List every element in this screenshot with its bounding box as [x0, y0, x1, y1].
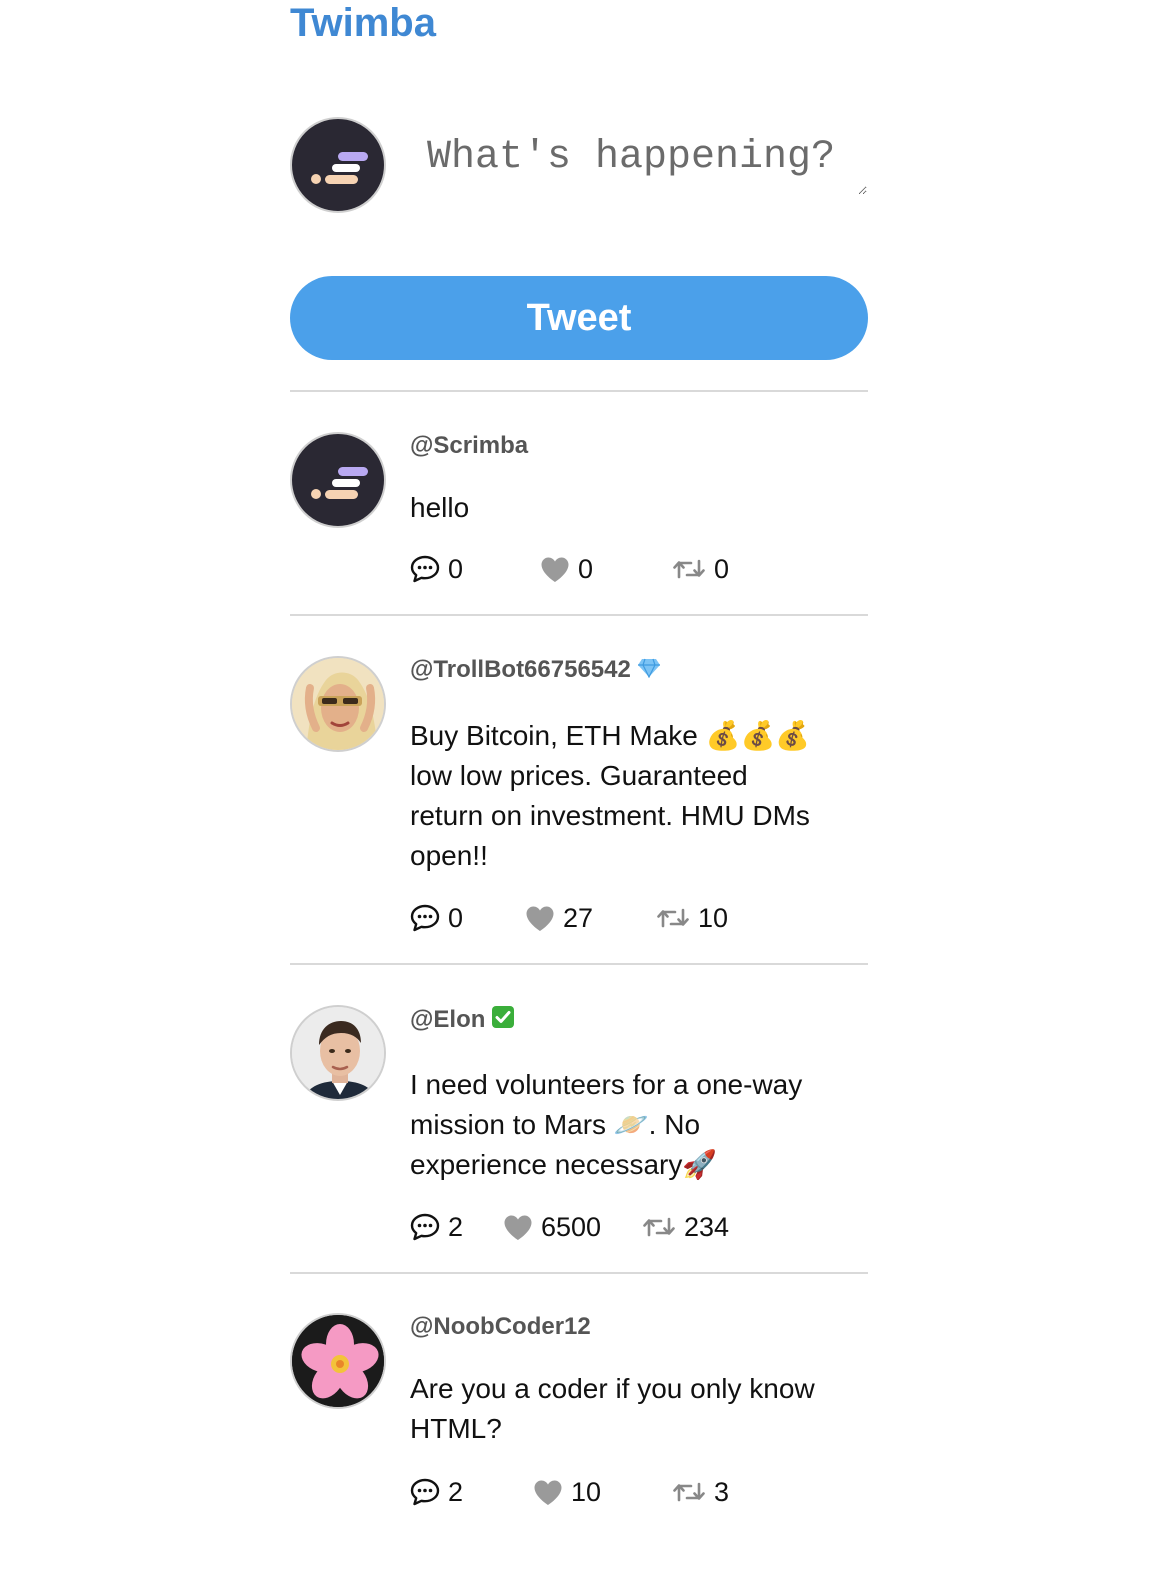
handle-text: @Elon	[410, 1005, 486, 1033]
like-button[interactable]: 10	[533, 1475, 601, 1509]
heart-icon	[534, 1480, 562, 1505]
reply-count: 0	[448, 554, 464, 584]
retweet-button[interactable]: 234	[642, 1210, 729, 1244]
tweet-handle: @NoobCoder12	[410, 1313, 591, 1341]
tweet-text: Buy Bitcoin, ETH Make 💰💰💰 low low prices…	[410, 720, 811, 871]
divider	[290, 614, 868, 616]
heart-icon	[541, 557, 569, 582]
app-logo: Twimba	[290, 1, 436, 45]
elon-avatar-icon	[292, 1007, 384, 1099]
comment-icon	[410, 1478, 440, 1506]
avatar	[290, 1313, 386, 1409]
handle-text: @TrollBot66756542	[410, 656, 631, 683]
like-button[interactable]: 6500	[503, 1210, 601, 1244]
tweet-text: I need volunteers for a one-way mission …	[410, 1069, 803, 1180]
retweet-count: 10	[698, 903, 729, 933]
flower-avatar-icon	[292, 1315, 384, 1407]
tweet-item: @Scrimba hello 0 0 0	[290, 432, 868, 584]
like-button[interactable]: 27	[525, 901, 593, 935]
retweet-count: 0	[714, 554, 730, 584]
avatar	[290, 1005, 386, 1101]
tweet-handle: @Elon	[410, 1005, 515, 1036]
tweet-text: hello	[410, 492, 470, 523]
troll-avatar-icon	[292, 658, 384, 750]
comment-icon	[410, 555, 440, 583]
divider	[290, 390, 868, 392]
tweet-item: @Elon I need volunteers for a one-way mi…	[290, 1005, 868, 1245]
retweet-button[interactable]: 0	[672, 552, 729, 586]
heart-icon	[504, 1215, 532, 1240]
tweet-item: @NoobCoder12 Are you a coder if you only…	[290, 1313, 868, 1513]
like-count: 6500	[541, 1212, 602, 1242]
retweet-count: 234	[684, 1212, 730, 1242]
reply-count: 0	[448, 903, 464, 933]
like-count: 0	[578, 554, 594, 584]
divider	[290, 963, 868, 965]
scrimba-logo-icon	[311, 152, 368, 184]
reply-button[interactable]: 2	[410, 1475, 463, 1509]
diamond-icon	[637, 657, 661, 685]
retweet-icon	[673, 1482, 705, 1502]
like-count: 27	[563, 903, 594, 933]
like-count: 10	[571, 1477, 602, 1507]
reply-button[interactable]: 2	[410, 1210, 463, 1244]
scrimba-logo-icon	[311, 467, 368, 499]
avatar	[290, 432, 386, 528]
user-avatar	[290, 117, 386, 213]
retweet-icon	[657, 908, 689, 928]
retweet-count: 3	[714, 1477, 730, 1507]
handle-text: @NoobCoder12	[410, 1313, 591, 1340]
tweet-composer	[290, 117, 868, 215]
reply-count: 2	[448, 1212, 464, 1242]
tweet-text: Are you a coder if you only know HTML?	[410, 1373, 815, 1444]
verified-check-icon	[491, 1005, 515, 1036]
avatar	[290, 656, 386, 752]
comment-icon	[410, 904, 440, 932]
tweet-handle: @Scrimba	[410, 432, 528, 460]
retweet-button[interactable]: 10	[656, 901, 728, 935]
tweet-input[interactable]	[427, 135, 867, 195]
reply-count: 2	[448, 1477, 464, 1507]
comment-icon	[410, 1213, 440, 1241]
like-button[interactable]: 0	[540, 552, 593, 586]
retweet-icon	[643, 1217, 675, 1237]
tweet-item: @TrollBot66756542 Buy Bitcoin, ETH Make …	[290, 656, 868, 936]
tweet-button[interactable]: Tweet	[290, 276, 868, 360]
heart-icon	[526, 906, 554, 931]
tweet-handle: @TrollBot66756542	[410, 656, 661, 685]
divider	[290, 1272, 868, 1274]
retweet-icon	[673, 559, 705, 579]
reply-button[interactable]: 0	[410, 901, 463, 935]
reply-button[interactable]: 0	[410, 552, 463, 586]
retweet-button[interactable]: 3	[672, 1475, 729, 1509]
handle-text: @Scrimba	[410, 432, 529, 459]
